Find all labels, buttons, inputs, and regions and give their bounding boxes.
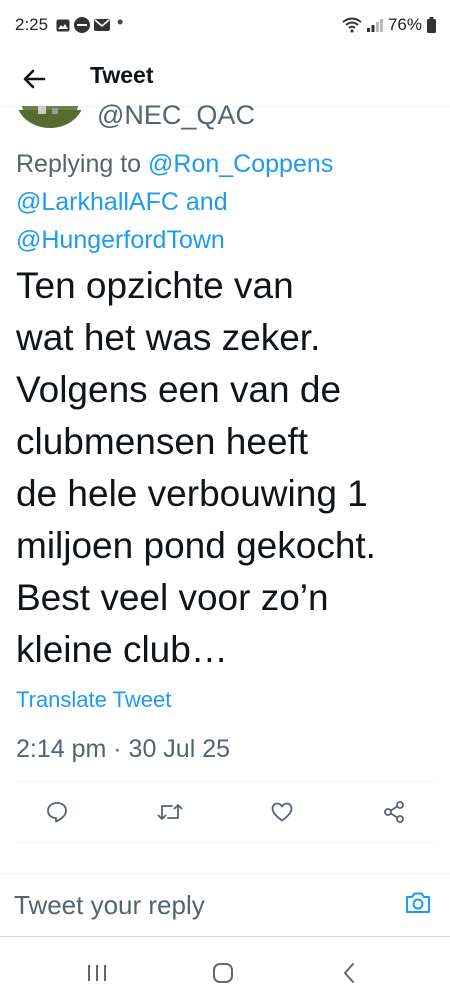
app-icon — [74, 17, 90, 33]
tweet-actions — [0, 792, 450, 832]
battery-icon — [427, 17, 436, 33]
share-button[interactable] — [374, 792, 414, 832]
page-title: Tweet — [90, 62, 154, 88]
back-button[interactable] — [18, 63, 50, 95]
retweet-icon — [157, 804, 183, 820]
gallery-icon — [56, 19, 70, 31]
back-nav-button[interactable] — [333, 957, 365, 989]
status-time: 2:25 — [15, 15, 49, 34]
author-handle[interactable]: @NEC_QAC — [97, 100, 255, 130]
home-button[interactable] — [207, 957, 239, 989]
top-app-bar: Tweet — [0, 50, 450, 107]
replying-and[interactable]: and — [186, 188, 228, 216]
status-right: 76% — [342, 15, 436, 35]
reply-composer — [0, 873, 450, 937]
divider — [16, 842, 434, 843]
replying-to: Replying to @Ron_Coppens @LarkhallAFC an… — [16, 145, 436, 259]
like-icon — [271, 802, 293, 822]
system-nav-bar — [0, 945, 450, 1000]
mention-link[interactable]: @LarkhallAFC — [16, 188, 179, 216]
reply-button[interactable] — [37, 792, 77, 832]
tweet-text: Ten opzichte van wat het was zeker. Volg… — [16, 265, 376, 670]
replying-prefix: Replying to — [16, 150, 142, 178]
status-bar: 2:25 • 76% — [0, 0, 450, 50]
retweet-button[interactable] — [150, 792, 190, 832]
share-icon — [384, 801, 404, 823]
mention-link[interactable]: @Ron_Coppens — [148, 150, 333, 178]
back-arrow-icon — [23, 69, 46, 89]
battery-percent: 76% — [387, 15, 422, 34]
chevron-left-icon — [344, 963, 354, 983]
signal-icon — [366, 19, 383, 32]
divider — [16, 781, 434, 782]
notification-icons — [56, 17, 110, 33]
wifi-icon — [342, 17, 362, 33]
camera-icon — [406, 892, 430, 913]
translate-tweet-link[interactable]: Translate Tweet — [16, 687, 171, 713]
mail-icon — [94, 19, 110, 31]
recents-button[interactable] — [81, 957, 113, 989]
reply-icon — [47, 802, 67, 823]
reply-input[interactable] — [14, 886, 384, 924]
home-icon — [213, 963, 233, 983]
more-notifications-dot: • — [117, 12, 124, 32]
mention-link[interactable]: @HungerfordTown — [16, 226, 225, 254]
like-button[interactable] — [262, 792, 302, 832]
tweet-timestamp[interactable]: 2:14 pm · 30 Jul 25 — [16, 735, 230, 764]
recents-icon — [88, 965, 106, 981]
camera-button[interactable] — [404, 890, 434, 920]
